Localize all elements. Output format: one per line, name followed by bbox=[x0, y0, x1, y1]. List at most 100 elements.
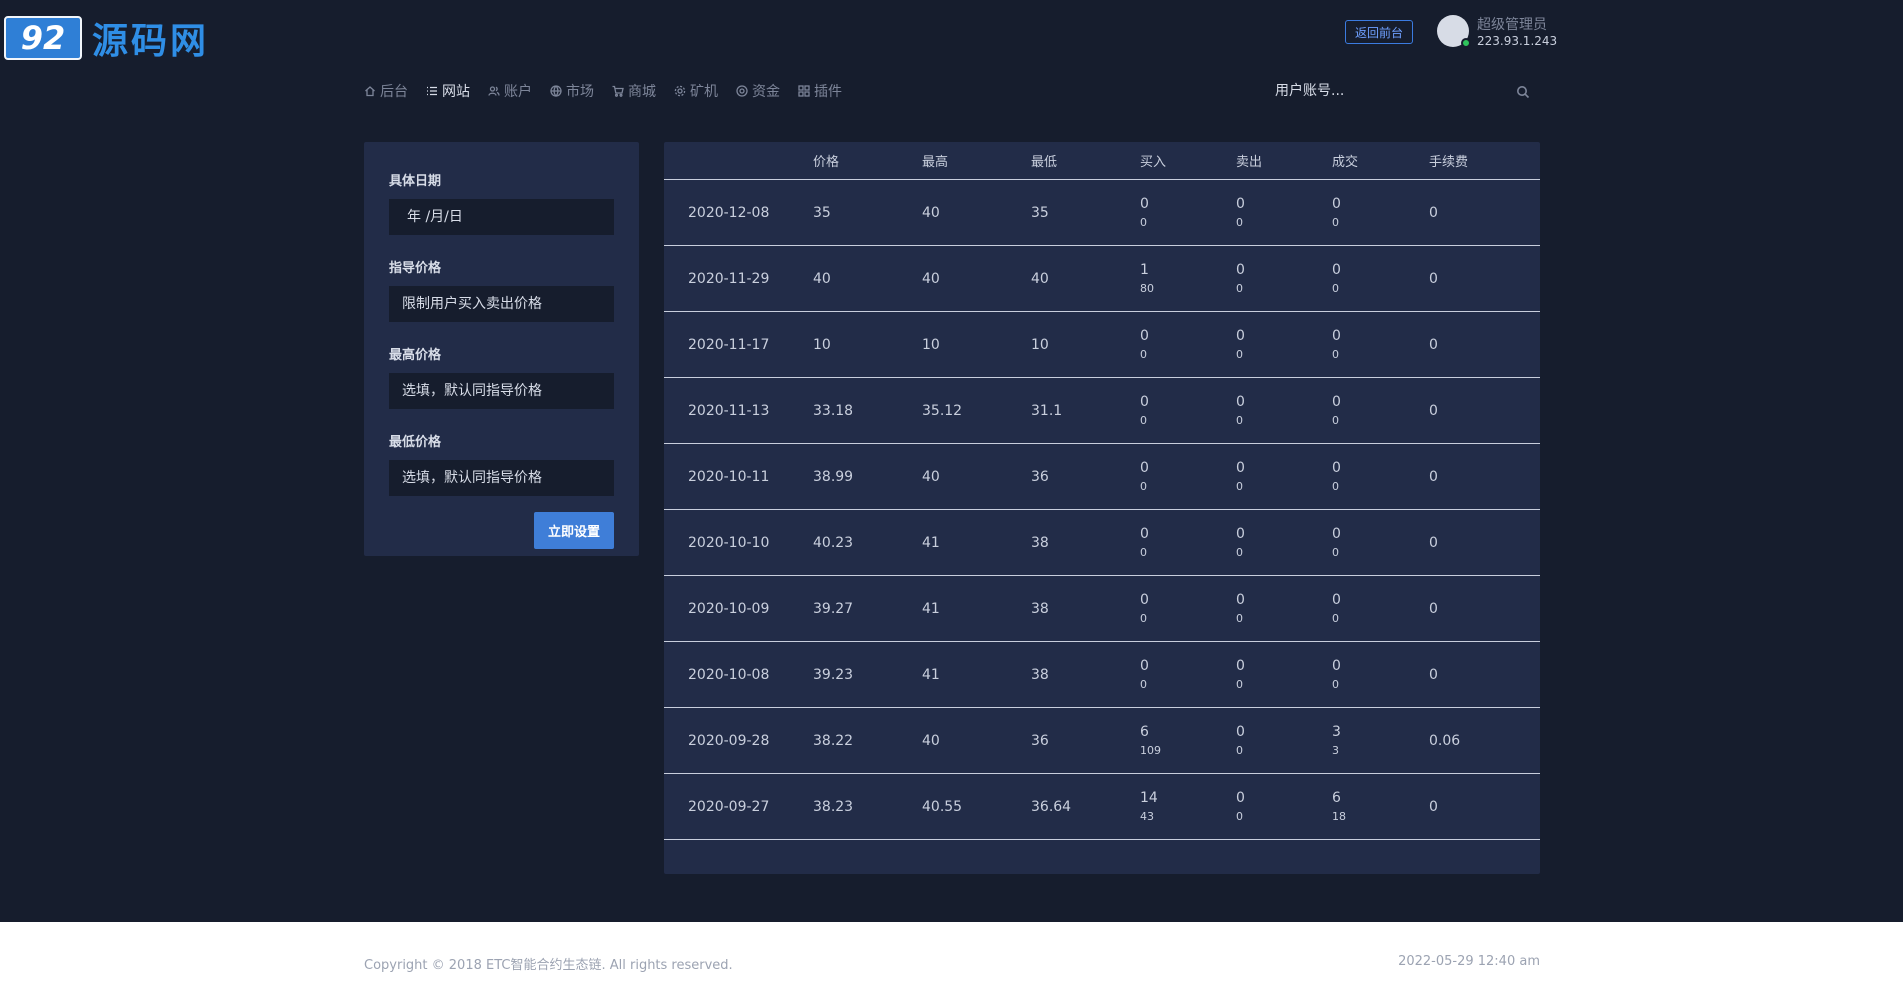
buy-count: 14 bbox=[1140, 789, 1158, 806]
cell-sell: 00 bbox=[1236, 773, 1332, 840]
date-label: 具体日期 bbox=[389, 174, 442, 189]
buy-count: 0 bbox=[1140, 195, 1149, 212]
buy-count: 0 bbox=[1140, 327, 1149, 344]
logo-text: 源码网 bbox=[92, 21, 210, 62]
cell-buy: 00 bbox=[1140, 179, 1236, 246]
cell-sell: 00 bbox=[1236, 575, 1332, 642]
search-input[interactable] bbox=[1275, 80, 1495, 102]
site-logo[interactable]: 92 源码网 bbox=[4, 12, 209, 64]
sell-amount: 0 bbox=[1236, 611, 1243, 625]
cell-low: 38 bbox=[1031, 575, 1140, 642]
cell-date: 2020-10-10 bbox=[664, 509, 813, 576]
cell-sell: 00 bbox=[1236, 641, 1332, 708]
buy-count: 0 bbox=[1140, 657, 1149, 674]
price-history-table: 价格 最高 最低 买入 卖出 成交 手续费 2020-12-08 35 40 3… bbox=[664, 142, 1540, 840]
buy-amount: 0 bbox=[1140, 479, 1147, 493]
guide-price-field[interactable] bbox=[389, 286, 614, 322]
search-icon[interactable] bbox=[1516, 84, 1530, 99]
cell-date: 2020-11-29 bbox=[664, 245, 813, 312]
cell-sell: 00 bbox=[1236, 707, 1332, 774]
buy-amount: 0 bbox=[1140, 347, 1147, 361]
cell-high: 40 bbox=[922, 245, 1031, 312]
form-actions: 立即设置 bbox=[389, 512, 614, 549]
cell-date: 2020-11-13 bbox=[664, 377, 813, 444]
cell-sell: 00 bbox=[1236, 377, 1332, 444]
cell-low: 38 bbox=[1031, 641, 1140, 708]
sell-count: 0 bbox=[1236, 393, 1245, 410]
deal-count: 3 bbox=[1332, 723, 1341, 740]
cell-price: 38.23 bbox=[813, 773, 922, 840]
low-price-field[interactable] bbox=[389, 460, 614, 496]
cell-high: 10 bbox=[922, 311, 1031, 378]
gear-icon bbox=[674, 85, 686, 97]
nav-item-plugins[interactable]: 插件 bbox=[798, 81, 842, 101]
deal-amount: 0 bbox=[1332, 347, 1339, 361]
col-high: 最高 bbox=[922, 142, 1031, 180]
cell-low: 40 bbox=[1031, 245, 1140, 312]
table-row: 2020-10-10 40.23 41 38 00 00 00 0 bbox=[664, 509, 1540, 576]
cell-high: 40 bbox=[922, 179, 1031, 246]
coin-icon bbox=[736, 85, 748, 97]
table-row: 2020-10-11 38.99 40 36 00 00 00 0 bbox=[664, 443, 1540, 510]
high-price-field[interactable] bbox=[389, 373, 614, 409]
deal-count: 0 bbox=[1332, 261, 1341, 278]
sell-count: 0 bbox=[1236, 789, 1245, 806]
home-icon bbox=[364, 85, 376, 97]
cell-buy: 00 bbox=[1140, 641, 1236, 708]
cell-fee: 0 bbox=[1429, 245, 1540, 312]
deal-amount: 0 bbox=[1332, 479, 1339, 493]
sell-count: 0 bbox=[1236, 261, 1245, 278]
deal-amount: 3 bbox=[1332, 743, 1339, 757]
cell-sell: 00 bbox=[1236, 443, 1332, 510]
nav-item-label: 市场 bbox=[566, 84, 594, 100]
nav-item-website[interactable]: 网站 bbox=[426, 81, 470, 101]
cell-buy: 00 bbox=[1140, 377, 1236, 444]
buy-amount: 0 bbox=[1140, 215, 1147, 229]
price-history-panel: 价格 最高 最低 买入 卖出 成交 手续费 2020-12-08 35 40 3… bbox=[664, 142, 1540, 874]
nav-item-backend[interactable]: 后台 bbox=[364, 81, 408, 101]
cell-price: 39.27 bbox=[813, 575, 922, 642]
cell-low: 31.1 bbox=[1031, 377, 1140, 444]
col-sell: 卖出 bbox=[1236, 142, 1332, 180]
logo-mark: 92 bbox=[4, 16, 82, 60]
deal-count: 0 bbox=[1332, 393, 1341, 410]
table-row: 2020-12-08 35 40 35 00 00 00 0 bbox=[664, 179, 1540, 246]
cell-deal: 00 bbox=[1332, 245, 1429, 312]
cell-price: 40 bbox=[813, 245, 922, 312]
nav-item-account[interactable]: 账户 bbox=[488, 81, 532, 101]
cell-buy: 1 80 bbox=[1140, 245, 1236, 312]
nav-item-shop[interactable]: 商城 bbox=[612, 81, 656, 101]
cell-high: 41 bbox=[922, 575, 1031, 642]
sell-count: 0 bbox=[1236, 591, 1245, 608]
cell-low: 36 bbox=[1031, 443, 1140, 510]
cell-buy: 00 bbox=[1140, 575, 1236, 642]
cell-low: 36.64 bbox=[1031, 773, 1140, 840]
cell-high: 40.55 bbox=[922, 773, 1031, 840]
cell-price: 35 bbox=[813, 179, 922, 246]
deal-amount: 0 bbox=[1332, 545, 1339, 559]
page-footer: Copyright © 2018 ETC智能合约生态链. All rights … bbox=[0, 922, 1903, 984]
cell-fee: 0 bbox=[1429, 443, 1540, 510]
nav-item-funds[interactable]: 资金 bbox=[736, 81, 780, 101]
cart-icon bbox=[612, 85, 624, 97]
cell-fee: 0 bbox=[1429, 179, 1540, 246]
deal-count: 0 bbox=[1332, 657, 1341, 674]
cell-price: 33.18 bbox=[813, 377, 922, 444]
deal-amount: 0 bbox=[1332, 413, 1339, 427]
cell-buy: 14 43 bbox=[1140, 773, 1236, 840]
sell-amount: 0 bbox=[1236, 281, 1243, 295]
nav-item-market[interactable]: 市场 bbox=[550, 81, 594, 101]
buy-amount: 43 bbox=[1140, 809, 1154, 823]
date-field[interactable] bbox=[389, 199, 614, 235]
set-now-button[interactable]: 立即设置 bbox=[534, 512, 614, 549]
cell-fee: 0 bbox=[1429, 311, 1540, 378]
cell-price: 39.23 bbox=[813, 641, 922, 708]
col-date bbox=[664, 142, 813, 180]
main-nav: 后台 网站 账户 市场 商城 矿机 资金 插件 bbox=[364, 81, 842, 101]
nav-item-miner[interactable]: 矿机 bbox=[674, 81, 718, 101]
cell-price: 40.23 bbox=[813, 509, 922, 576]
avatar[interactable] bbox=[1437, 15, 1471, 48]
user-name[interactable]: 超级管理员 bbox=[1477, 14, 1547, 34]
return-front-button[interactable]: 返回前台 bbox=[1345, 20, 1413, 44]
cell-sell: 00 bbox=[1236, 245, 1332, 312]
